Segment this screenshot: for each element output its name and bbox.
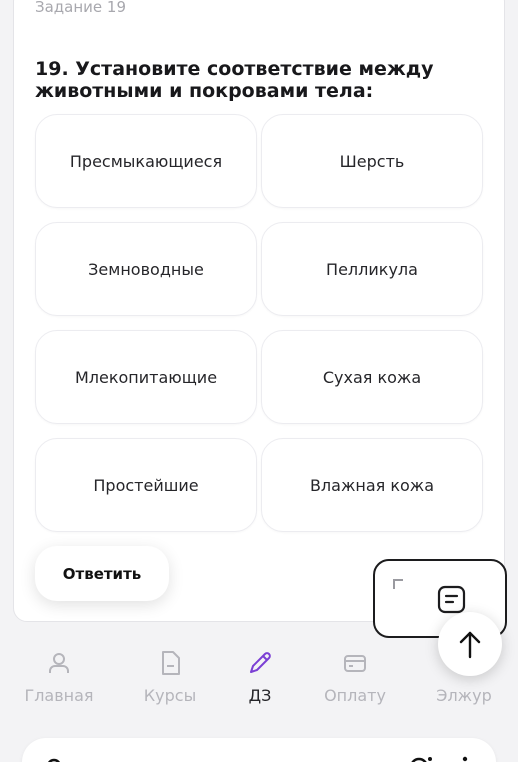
- option-right-3[interactable]: Сухая кожа: [261, 330, 483, 424]
- nav-label-payment: Оплату: [324, 686, 386, 705]
- nav-label-journal: Элжур: [436, 686, 492, 705]
- tabs-icon[interactable]: [46, 754, 64, 762]
- nav-label-homework: ДЗ: [248, 686, 272, 705]
- user-icon: [49, 653, 69, 673]
- option-left-3[interactable]: Млекопитающие: [35, 330, 257, 424]
- option-right-4[interactable]: Влажная кожа: [261, 438, 483, 532]
- answer-button[interactable]: Ответить: [35, 546, 169, 601]
- nav-item-homework[interactable]: ДЗ: [210, 650, 310, 720]
- task-label: Задание 19: [35, 0, 127, 16]
- option-right-2[interactable]: Пелликула: [261, 222, 483, 316]
- note-icon[interactable]: [437, 585, 466, 614]
- pencil-icon: [250, 652, 271, 673]
- wallet-icon: [344, 655, 366, 672]
- nav-label-home: Главная: [24, 686, 94, 705]
- nav-item-payment[interactable]: Оплату: [305, 650, 405, 720]
- scroll-to-top-button[interactable]: [438, 612, 502, 676]
- option-right-1[interactable]: Шерсть: [261, 114, 483, 208]
- assistant-icon[interactable]: [408, 754, 434, 762]
- nav-item-courses[interactable]: Курсы: [120, 650, 220, 720]
- arrow-up-icon: [459, 631, 481, 659]
- menu-icon[interactable]: [462, 754, 468, 762]
- option-left-2[interactable]: Земноводные: [35, 222, 257, 316]
- expand-icon[interactable]: [393, 579, 403, 589]
- nav-label-courses: Курсы: [143, 686, 197, 705]
- document-icon: [162, 651, 180, 675]
- browser-address-bar[interactable]: [22, 738, 496, 762]
- option-left-1[interactable]: Пресмыкающиеся: [35, 114, 257, 208]
- question-text: 19. Установите соответствие между животн…: [35, 58, 434, 102]
- option-left-4[interactable]: Простейшие: [35, 438, 257, 532]
- nav-item-home[interactable]: Главная: [9, 650, 109, 720]
